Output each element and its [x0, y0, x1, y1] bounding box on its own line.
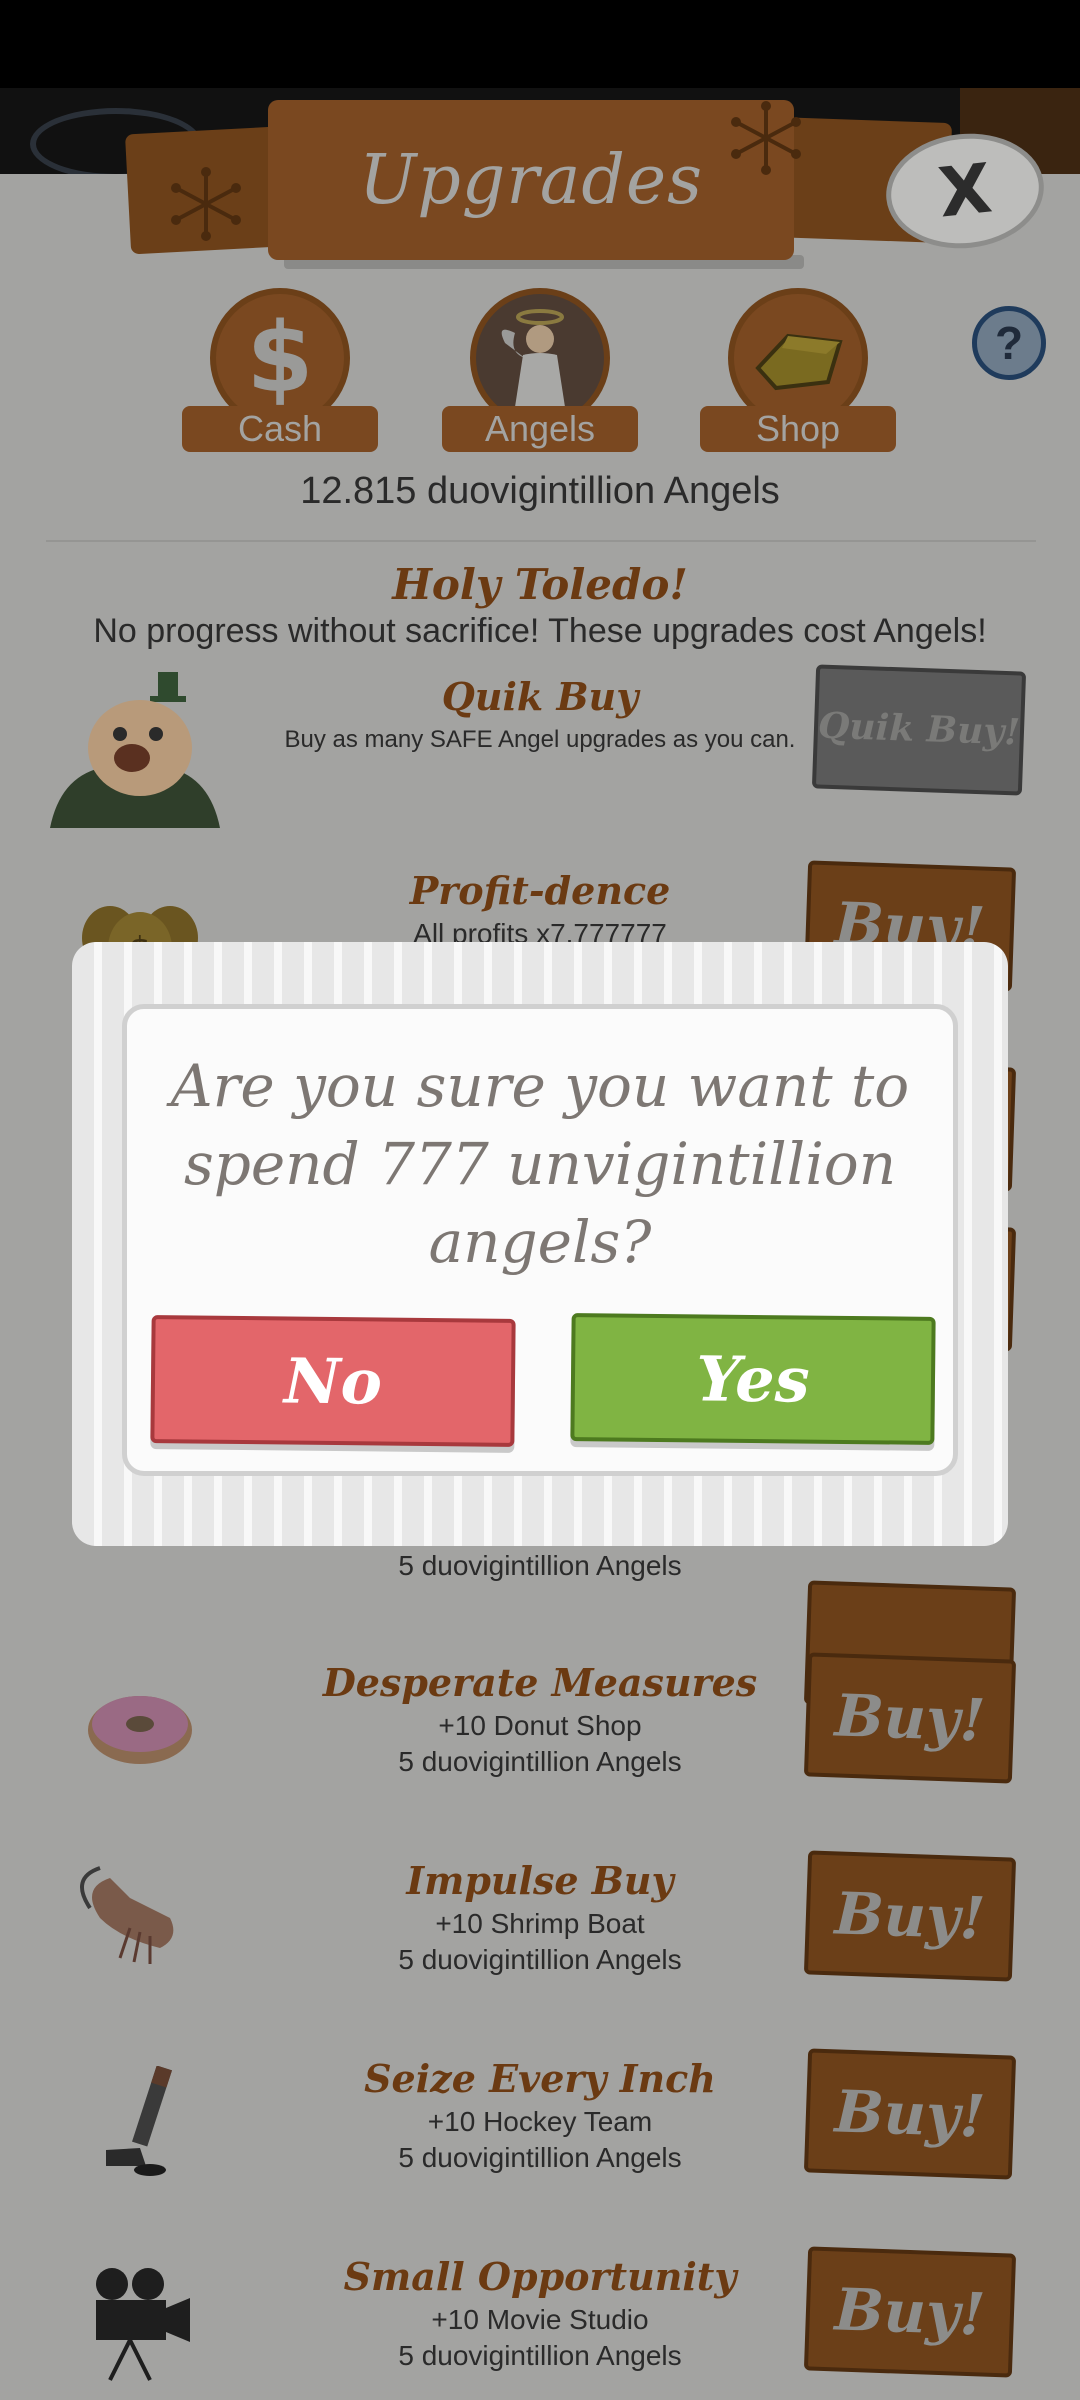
- buy-button[interactable]: Buy!: [803, 2048, 1017, 2180]
- donut-icon: [88, 1696, 192, 1764]
- upgrade-cost: 5 duovigintillion Angels: [398, 1746, 682, 1777]
- upgrade-name: Desperate Measures: [322, 1660, 758, 1705]
- upgrade-cost: 5 duovigintillion Angels: [398, 2142, 682, 2173]
- no-button[interactable]: No: [150, 1315, 516, 1447]
- buy-button[interactable]: Buy!: [803, 1652, 1017, 1784]
- star-decoration-icon: [171, 167, 241, 241]
- upgrade-name: Profit-dence: [409, 868, 671, 913]
- section-title: Holy Toledo!: [392, 560, 688, 609]
- buy-button[interactable]: Buy!: [803, 2246, 1017, 2378]
- upgrade-cost: 5 duovigintillion Angels: [398, 1944, 682, 1975]
- yes-button[interactable]: Yes: [570, 1313, 936, 1445]
- status-bar: [0, 0, 1080, 88]
- upgrade-cost: 5 duovigintillion Angels: [398, 2340, 682, 2371]
- gold-bar-icon: [755, 333, 843, 391]
- upgrade-effect: +10 Hockey Team: [427, 2106, 653, 2137]
- tab-shop-label: Shop: [700, 406, 896, 452]
- shrimp-icon: [80, 1866, 174, 1964]
- confirm-dialog: Are you sure you want to spend 777 unvig…: [72, 942, 1008, 1546]
- tab-angels[interactable]: Angels: [442, 288, 638, 456]
- quik-buy-description: Buy as many SAFE Angel upgrades as you c…: [284, 726, 796, 753]
- upgrade-effect: +10 Shrimp Boat: [435, 1908, 645, 1939]
- upgrade-effect: +10 Movie Studio: [431, 2304, 649, 2335]
- movie-camera-icon: [96, 2268, 190, 2381]
- upgrade-row: 5 duovigintillion Angels: [0, 1550, 1080, 1610]
- upgrade-name: Small Opportunity: [343, 2254, 737, 2299]
- buy-button[interactable]: Buy!: [803, 1850, 1017, 1982]
- divider: [46, 540, 1036, 542]
- quik-buy-button[interactable]: Quik Buy!: [811, 664, 1027, 796]
- tab-cash[interactable]: $ Cash: [182, 288, 378, 456]
- dollar-icon: $: [246, 302, 314, 414]
- quik-buy-name: Quik Buy: [441, 674, 639, 719]
- section-subtitle: No progress without sacrifice! These upg…: [93, 612, 987, 650]
- tab-shop[interactable]: Shop: [700, 288, 896, 456]
- confirm-message: Are you sure you want to spend 777 unvig…: [170, 1052, 910, 1276]
- confirm-dialog-card: Are you sure you want to spend 777 unvig…: [122, 1004, 958, 1476]
- angels-balance: 12.815 duovigintillion Angels: [300, 470, 780, 512]
- mascot-icon: [50, 672, 220, 828]
- help-button[interactable]: ?: [972, 306, 1046, 380]
- page-title-banner: Upgrades: [268, 100, 794, 260]
- upgrade-effect: +10 Donut Shop: [438, 1710, 642, 1741]
- hockey-stick-icon: [106, 2066, 172, 2176]
- page-title: Upgrades: [358, 140, 704, 220]
- upgrade-name: Seize Every Inch: [364, 2056, 716, 2101]
- star-decoration-icon: [731, 101, 801, 175]
- upgrade-cost: 5 duovigintillion Angels: [398, 1550, 682, 1581]
- tab-cash-label: Cash: [182, 406, 378, 452]
- angel-icon: [501, 309, 565, 407]
- tab-angels-label: Angels: [442, 406, 638, 452]
- upgrade-name: Impulse Buy: [406, 1858, 674, 1903]
